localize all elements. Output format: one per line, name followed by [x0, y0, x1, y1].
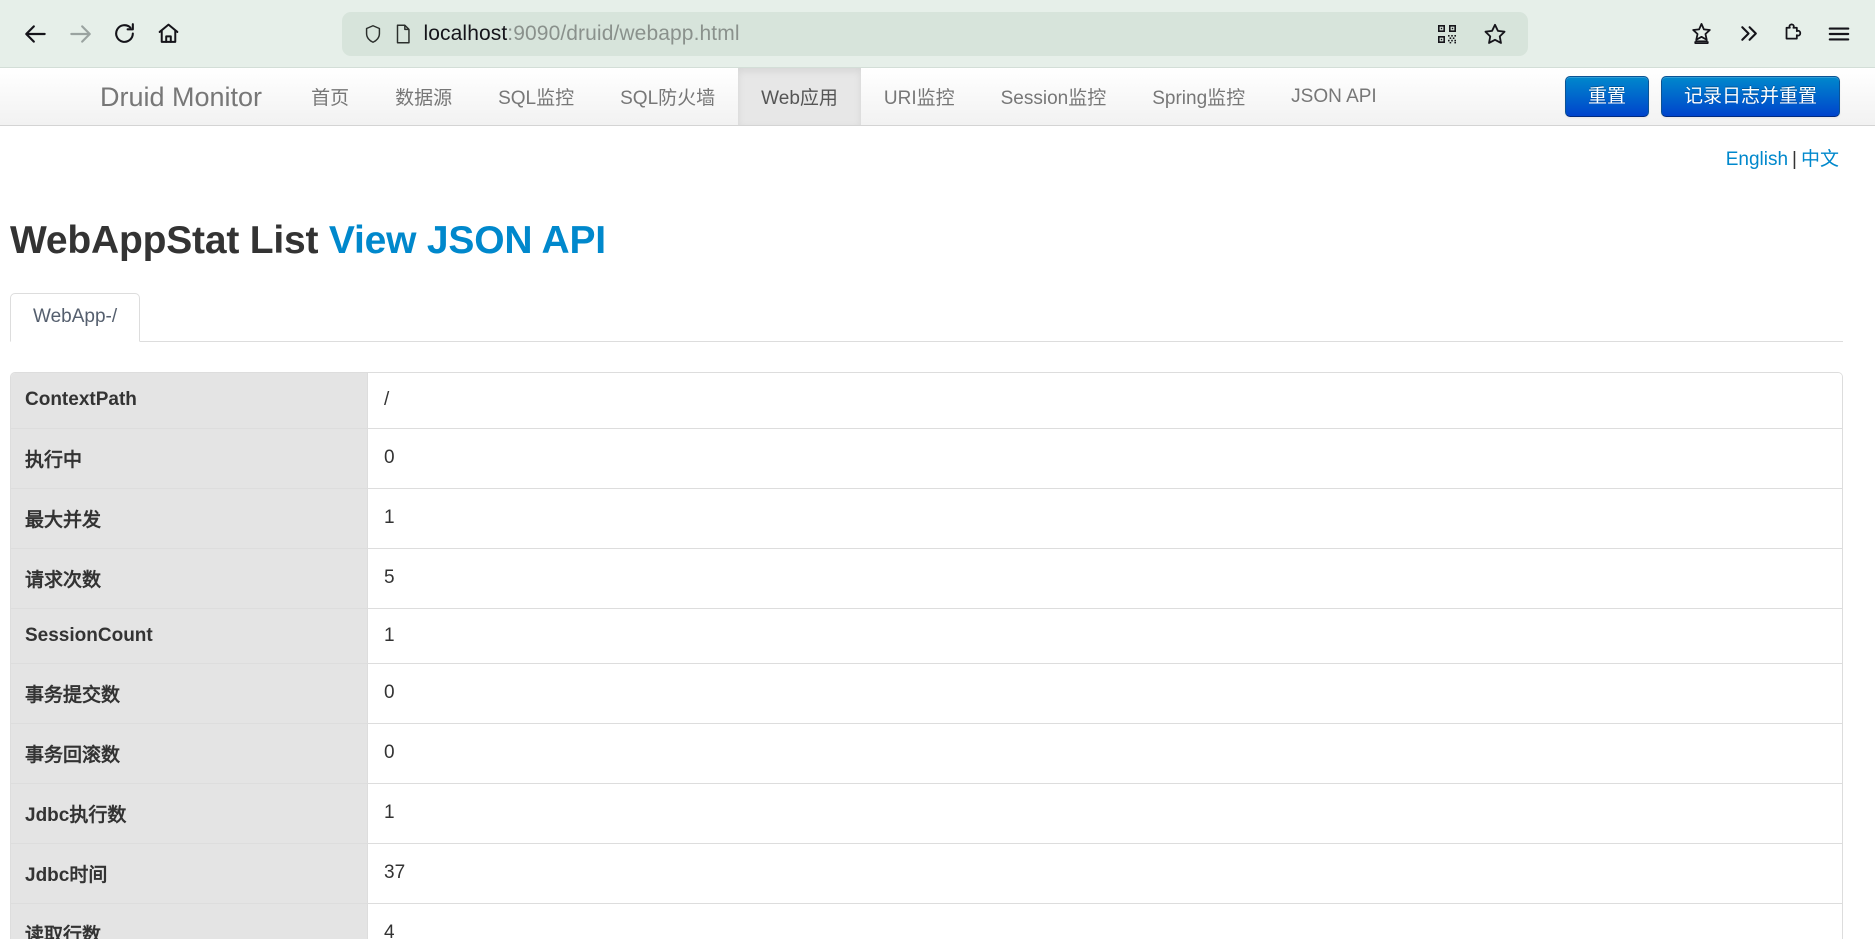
back-icon[interactable]: [14, 12, 58, 56]
star-bookmark-icon[interactable]: [1476, 15, 1514, 53]
application-menu-icon[interactable]: [1817, 12, 1861, 56]
page-title: WebAppStat List View JSON API: [0, 197, 1875, 264]
address-bar[interactable]: localhost:9090/druid/webapp.html: [341, 11, 1528, 56]
row-label: 请求次数: [11, 547, 368, 608]
row-label: Jdbc执行数: [11, 782, 368, 843]
table-row: 事务提交数 0: [11, 662, 1842, 723]
nav-item-json-api[interactable]: JSON API: [1268, 68, 1400, 125]
table-row: Jdbc时间 37: [11, 842, 1842, 903]
row-label: 读取行数: [11, 902, 368, 939]
forward-icon[interactable]: [58, 12, 102, 56]
row-label: 事务回滚数: [11, 722, 368, 783]
row-label: 事务提交数: [11, 662, 368, 723]
lang-separator: |: [1792, 149, 1797, 170]
druid-navbar: Druid Monitor 首页 数据源 SQL监控 SQL防火墙 Web应用 …: [0, 68, 1875, 126]
table-row: 最大并发 1: [11, 487, 1842, 548]
nav-item-webapp[interactable]: Web应用: [738, 68, 861, 125]
page-document-icon[interactable]: [388, 23, 418, 45]
nav-items: 首页 数据源 SQL监控 SQL防火墙 Web应用 URI监控 Session监…: [288, 68, 1400, 125]
nav-item-sql-firewall[interactable]: SQL防火墙: [597, 68, 738, 125]
row-value: /: [368, 372, 1842, 428]
row-value: 0: [368, 427, 1842, 488]
nav-item-home[interactable]: 首页: [288, 68, 372, 125]
browser-toolbar: localhost:9090/druid/webapp.html: [0, 0, 1875, 68]
url-text[interactable]: localhost:9090/druid/webapp.html: [418, 22, 1428, 46]
language-switcher: English | 中文: [0, 126, 1875, 171]
row-value: 4: [368, 902, 1842, 939]
table-row: 执行中 0: [11, 427, 1842, 488]
chevron-double-right-icon[interactable]: [1725, 12, 1769, 56]
row-label: Jdbc时间: [11, 842, 368, 903]
stat-table-body: ContextPath / 执行中 0 最大并发 1 请求次数 5 Sessio…: [11, 372, 1842, 939]
table-row: ContextPath /: [11, 372, 1842, 428]
row-value: 37: [368, 842, 1842, 903]
table-row: 请求次数 5: [11, 547, 1842, 608]
row-value: 0: [368, 722, 1842, 783]
webapp-tabs: WebApp-/: [10, 293, 1843, 342]
row-label: SessionCount: [11, 607, 368, 663]
table-row: 事务回滚数 0: [11, 722, 1842, 783]
qr-code-icon[interactable]: [1428, 15, 1466, 53]
urlbar-container: localhost:9090/druid/webapp.html: [190, 11, 1679, 56]
reset-button[interactable]: 重置: [1564, 75, 1649, 118]
extensions-puzzle-icon[interactable]: [1771, 12, 1815, 56]
nav-item-session-monitor[interactable]: Session监控: [978, 68, 1130, 125]
save-to-pocket-icon[interactable]: [1679, 12, 1723, 56]
webapp-stat-table: ContextPath / 执行中 0 最大并发 1 请求次数 5 Sessio…: [10, 371, 1843, 939]
page-content: English | 中文 WebAppStat List View JSON API…: [0, 126, 1875, 939]
page-title-text: WebAppStat List: [10, 219, 319, 263]
nav-item-datasource[interactable]: 数据源: [372, 68, 475, 125]
log-and-reset-button[interactable]: 记录日志并重置: [1660, 75, 1840, 118]
tab-webapp-root[interactable]: WebApp-/: [10, 293, 141, 342]
view-json-api-link[interactable]: View JSON API: [329, 219, 606, 262]
row-label: ContextPath: [11, 372, 368, 428]
row-value: 1: [368, 782, 1842, 843]
row-value: 1: [368, 607, 1842, 663]
row-label: 执行中: [11, 427, 368, 488]
table-row: Jdbc执行数 1: [11, 782, 1842, 843]
home-icon[interactable]: [146, 12, 190, 56]
table-row: SessionCount 1: [11, 607, 1842, 663]
navbar-actions: 重置 记录日志并重置: [1564, 68, 1875, 125]
lang-link-english[interactable]: English: [1726, 149, 1788, 170]
nav-item-sql-monitor[interactable]: SQL监控: [475, 68, 597, 125]
row-value: 5: [368, 547, 1842, 608]
reload-icon[interactable]: [102, 12, 146, 56]
row-value: 1: [368, 487, 1842, 548]
nav-item-spring-monitor[interactable]: Spring监控: [1129, 68, 1268, 125]
row-value: 0: [368, 662, 1842, 723]
lang-link-chinese[interactable]: 中文: [1801, 149, 1839, 170]
shield-icon[interactable]: [358, 23, 388, 45]
toolbar-right-icons: [1679, 12, 1861, 56]
row-label: 最大并发: [11, 487, 368, 548]
table-row: 读取行数 4: [11, 902, 1842, 939]
nav-item-uri-monitor[interactable]: URI监控: [861, 68, 978, 125]
brand-title[interactable]: Druid Monitor: [0, 68, 288, 125]
